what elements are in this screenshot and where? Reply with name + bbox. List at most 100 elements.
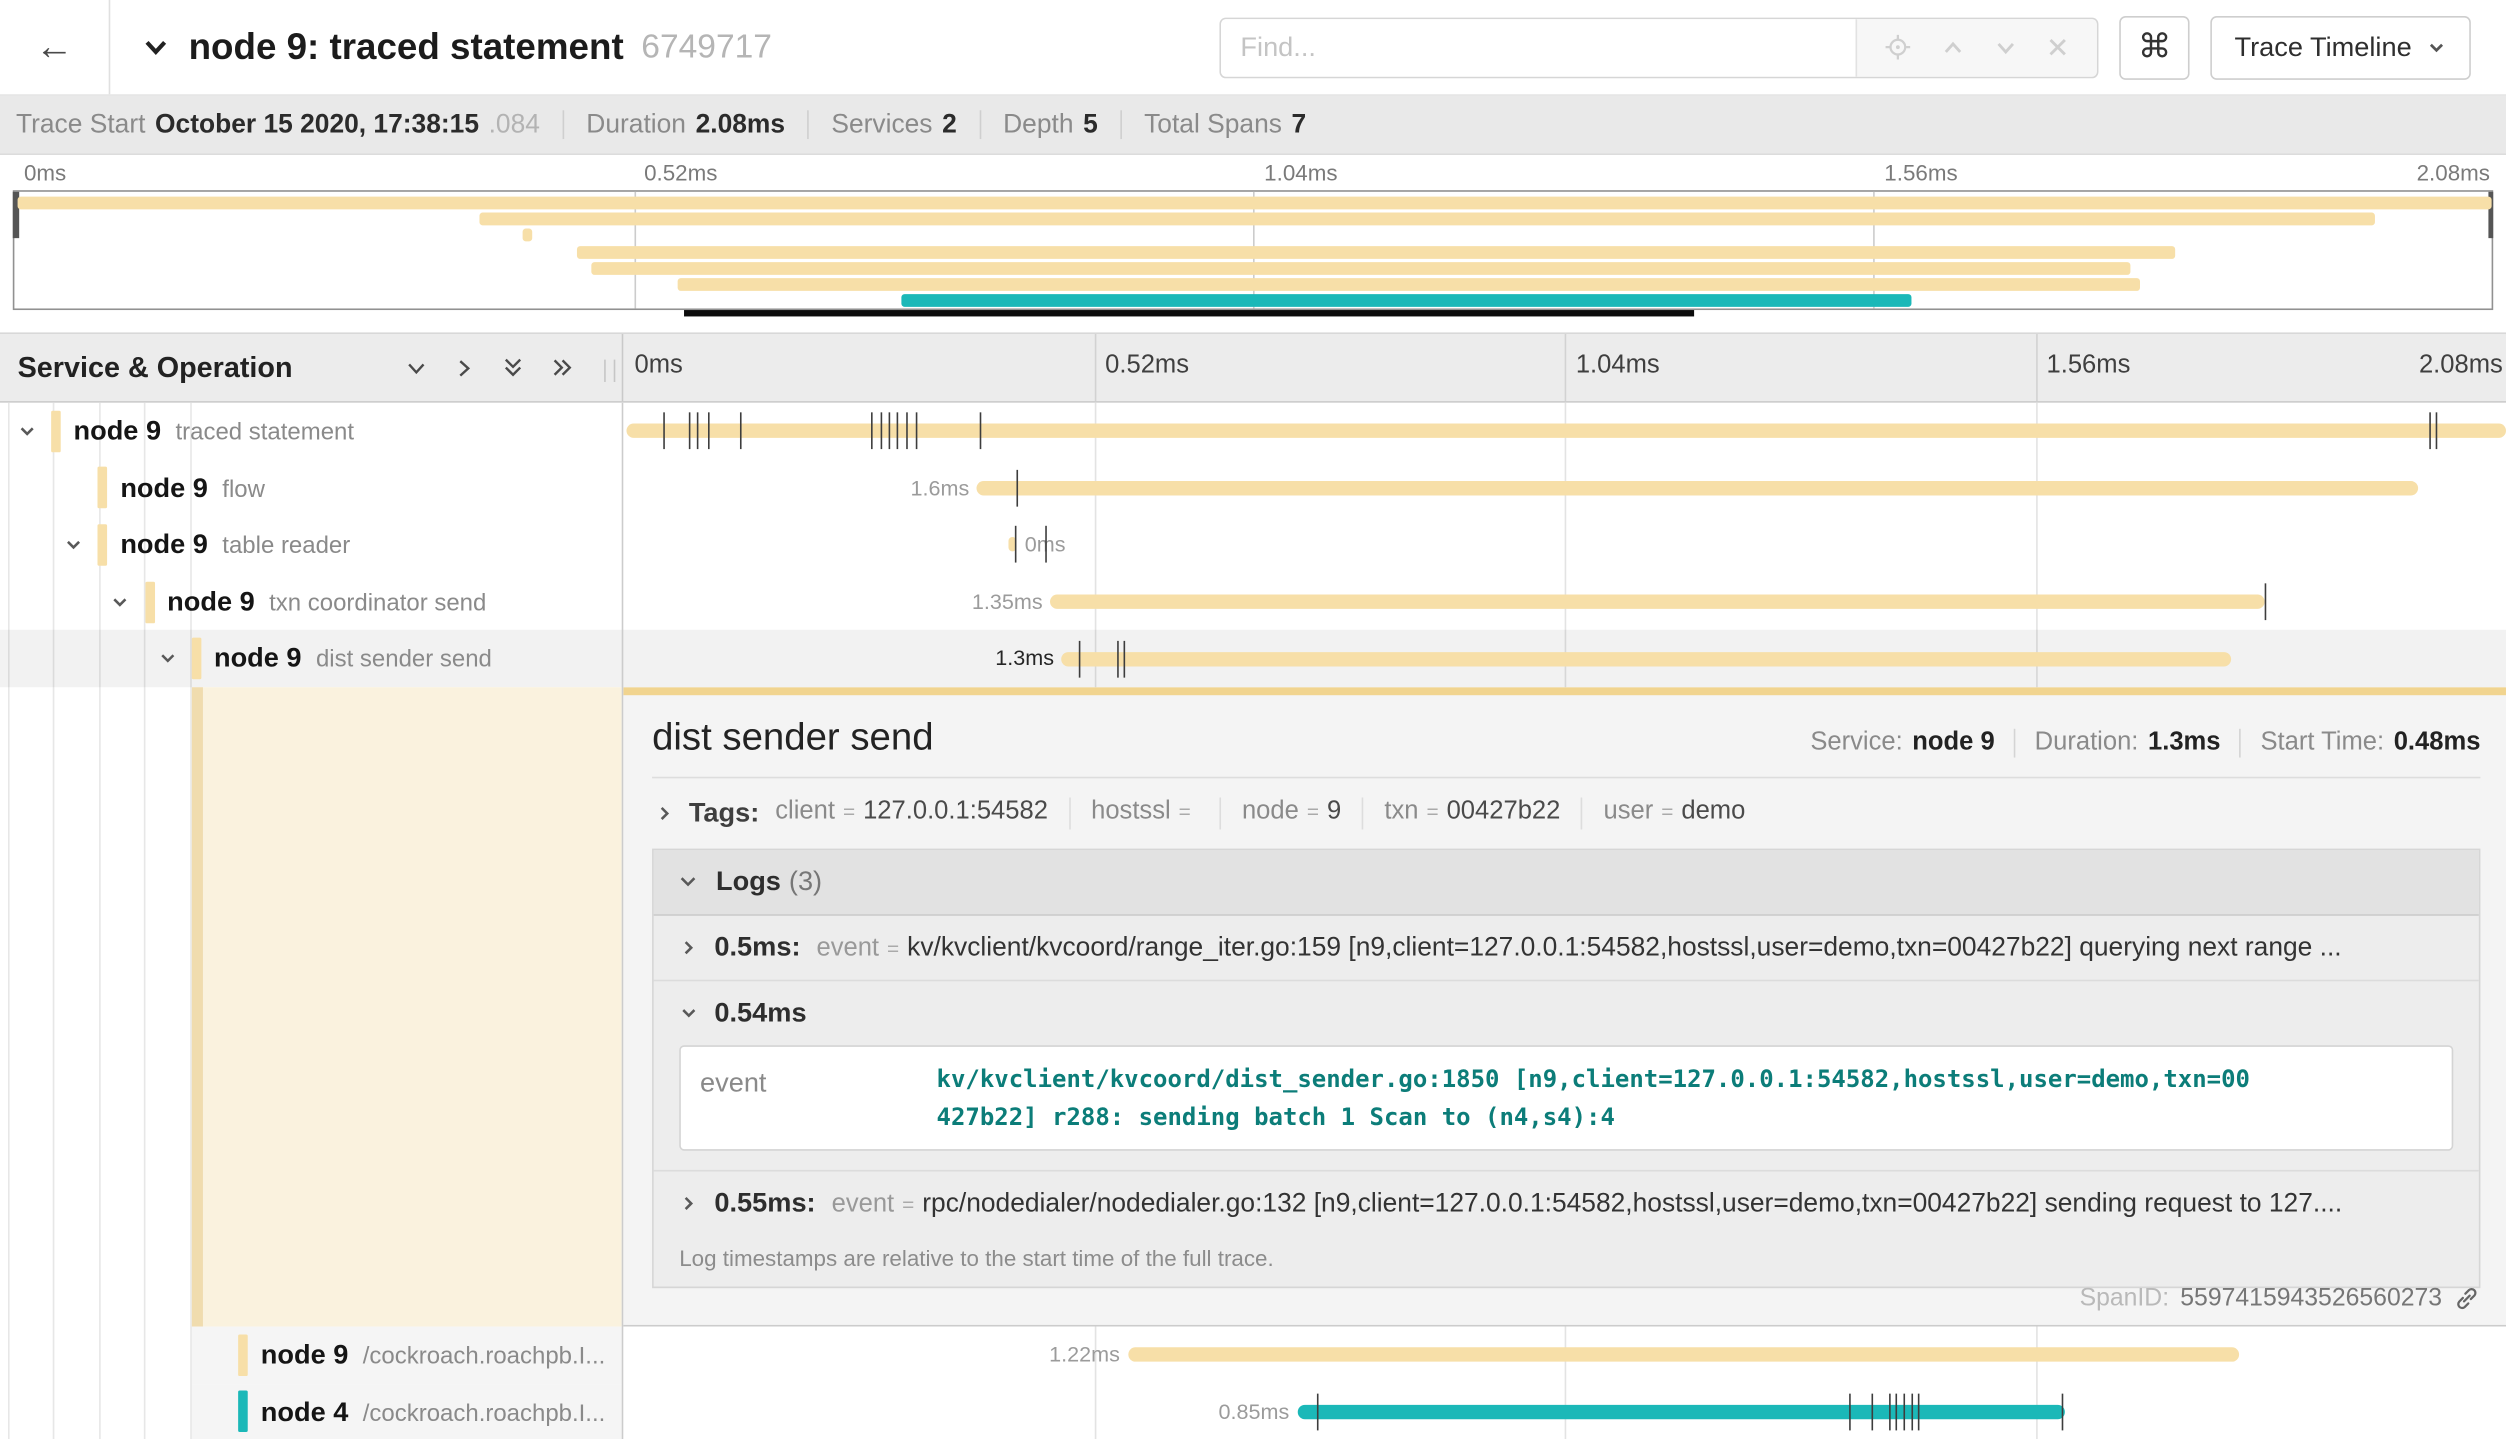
equals-sign: =	[902, 1192, 914, 1216]
tags-row[interactable]: Tags: client=127.0.0.1:54582hostssl=node…	[655, 797, 2480, 829]
logs-header[interactable]: Logs (3)	[654, 850, 2479, 916]
span-row[interactable]: node 9traced statement	[0, 403, 2506, 460]
log-tick-mark	[697, 413, 699, 450]
clear-find-icon[interactable]	[2046, 35, 2070, 59]
log-tick-mark	[2429, 413, 2431, 450]
divider	[1581, 797, 1583, 829]
span-bar-cell[interactable]	[623, 403, 2506, 460]
expand-one-icon[interactable]	[452, 356, 476, 380]
minimap-span-bar	[18, 197, 2492, 210]
span-bar[interactable]	[977, 481, 2417, 495]
span-name-cell[interactable]: node 9dist sender send	[0, 630, 622, 687]
prev-match-icon[interactable]	[1939, 34, 1965, 60]
link-icon[interactable]	[2453, 1286, 2480, 1313]
selected-span-stripe	[192, 687, 203, 1326]
span-row[interactable]: node 9/cockroach.roachpb.I... 1.22ms	[0, 1326, 2506, 1383]
span-row[interactable]: node 9dist sender send1.3ms	[0, 630, 2506, 687]
summary-value: 2	[942, 109, 957, 139]
keyboard-shortcuts-button[interactable]: ⌘	[2119, 15, 2189, 79]
span-row[interactable]: node 9 txn coordinator send 1.35ms	[0, 573, 2506, 630]
collapse-all-icon[interactable]	[500, 355, 526, 381]
span-name-cell[interactable]: node 9/cockroach.roachpb.I...	[0, 1326, 622, 1383]
column-resizer-handle[interactable]	[604, 360, 615, 382]
trace-summary-bar: Trace StartOctober 15 2020, 17:38:15.084…	[0, 96, 2506, 155]
span-detail-panel: dist sender send Service: node 9 Duratio…	[623, 687, 2506, 1326]
span-bar[interactable]	[1051, 595, 2265, 609]
log-entry-expanded[interactable]: 0.54ms event kv/kvclient/kvcoord/dist_se…	[654, 980, 2479, 1170]
span-row[interactable]: node 9flow1.6ms	[0, 460, 2506, 517]
log-tick-mark	[1117, 640, 1119, 677]
log-tick-mark	[979, 413, 981, 450]
column-divider	[622, 403, 624, 1439]
chevron-down-icon[interactable]	[157, 649, 176, 668]
span-name-cell[interactable]: node 9traced statement	[0, 403, 622, 460]
chevron-down-icon[interactable]	[111, 592, 130, 611]
find-input[interactable]	[1221, 18, 1855, 76]
back-button[interactable]: ←	[0, 0, 110, 94]
span-bar-cell[interactable]: 1.35ms	[623, 573, 2506, 630]
log-tick-mark	[708, 413, 710, 450]
summary-label: Depth	[1003, 109, 1073, 139]
tag-value: 9	[1327, 797, 1341, 826]
minimap-span-bar	[480, 213, 2375, 226]
service-color-bar	[192, 638, 202, 680]
locate-icon[interactable]	[1885, 34, 1912, 61]
span-row[interactable]: node 4/cockroach.roachpb.I... 0.85ms	[0, 1383, 2506, 1439]
minimap-span-bar	[522, 229, 532, 242]
chevron-down-icon[interactable]	[64, 535, 83, 554]
span-bar[interactable]	[626, 424, 2506, 438]
span-name-cell[interactable]: node 9table reader	[0, 517, 622, 574]
service-name: node 9	[261, 1339, 349, 1369]
next-match-icon[interactable]	[1992, 34, 2018, 60]
service-name: node 9	[214, 643, 302, 673]
trace-timeline-body: node 9traced statementnode 9flow1.6msnod…	[0, 403, 2506, 1439]
span-bar-cell[interactable]: 1.6ms	[623, 460, 2506, 517]
collapse-trace-chevron-icon[interactable]	[141, 32, 171, 62]
service-color-bar	[98, 524, 108, 566]
span-bar-cell[interactable]: 0ms	[623, 517, 2506, 574]
operation-name: txn coordinator send	[269, 589, 486, 616]
span-bar-cell[interactable]: 1.22ms	[623, 1326, 2506, 1383]
log-value: rpc/nodedialer/nodedialer.go:132 [n9,cli…	[922, 1189, 2453, 1219]
log-key: event	[700, 1060, 937, 1137]
timeline-header: Service & Operation 0ms0.52ms1.04ms1.56m…	[0, 332, 2506, 402]
minimap-scrollbar-thumb[interactable]	[683, 310, 1694, 316]
log-tick-mark	[889, 413, 891, 450]
span-name: node 4/cockroach.roachpb.I...	[261, 1383, 605, 1439]
span-bar[interactable]	[1062, 652, 2231, 666]
logs-section: Logs (3) 0.5ms: event = kv/	[652, 849, 2480, 1289]
log-entry[interactable]: 0.55ms: event = rpc/nodedialer/nodediale…	[654, 1170, 2479, 1236]
summary-label: Trace Start	[16, 109, 145, 139]
log-tick-mark	[2062, 1393, 2064, 1430]
axis-tick-label: 1.04ms	[1264, 160, 1337, 186]
log-entry[interactable]: 0.5ms: event = kv/kvclient/kvcoord/range…	[654, 916, 2479, 980]
minimap-span-bar	[678, 278, 2140, 291]
span-bar-cell[interactable]: 1.3ms	[623, 630, 2506, 687]
span-bar-cell[interactable]: 0.85ms	[623, 1383, 2506, 1439]
span-name: node 9traced statement	[74, 403, 355, 460]
equals-sign: =	[887, 937, 899, 961]
expand-all-icon[interactable]	[550, 355, 576, 381]
collapse-one-icon[interactable]	[404, 356, 428, 380]
service-name: node 9	[167, 586, 255, 616]
axis-tick-label: 1.04ms	[1576, 352, 1660, 381]
span-row[interactable]: node 9table reader0ms	[0, 517, 2506, 574]
trace-view-selector[interactable]: Trace Timeline	[2211, 15, 2471, 79]
minimap-canvas[interactable]	[13, 190, 2493, 310]
log-tick-mark	[1079, 640, 1081, 677]
log-tick-mark	[1904, 1393, 1906, 1430]
log-tick-mark	[896, 413, 898, 450]
span-detail-section: dist sender send Service: node 9 Duratio…	[0, 687, 2506, 1326]
summary-value: 7	[1292, 109, 1307, 139]
span-name-cell[interactable]: node 9 txn coordinator send	[0, 573, 622, 630]
chevron-down-icon[interactable]	[17, 422, 36, 441]
span-bar[interactable]	[1297, 1405, 2065, 1419]
service-name: node 9	[120, 529, 208, 559]
log-event-detail: event kv/kvclient/kvcoord/dist_sender.go…	[679, 1045, 2453, 1150]
span-name-cell[interactable]: node 9flow	[0, 460, 622, 517]
span-duration-label: 1.22ms	[1049, 1326, 1120, 1383]
axis-divider	[2035, 334, 2037, 401]
span-name-cell[interactable]: node 4/cockroach.roachpb.I...	[0, 1383, 622, 1439]
span-bar[interactable]	[1128, 1348, 2239, 1362]
divider	[807, 110, 809, 139]
